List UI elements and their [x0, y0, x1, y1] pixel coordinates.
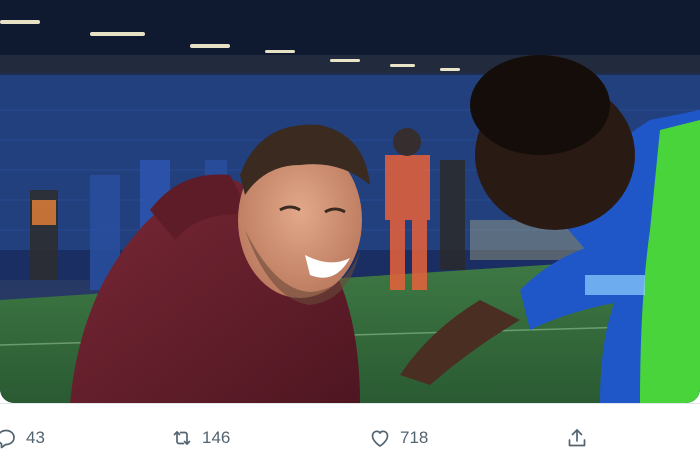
retweet-icon	[170, 426, 194, 450]
tweet-card: 43 146 718	[0, 0, 700, 466]
tweet-actions-bar: 43 146 718	[0, 403, 700, 466]
retweet-count: 146	[202, 428, 231, 447]
heart-icon	[368, 426, 392, 450]
retweet-button[interactable]: 146	[170, 426, 230, 450]
like-count: 718	[400, 428, 429, 447]
share-icon	[565, 426, 589, 450]
reply-icon	[0, 426, 18, 450]
like-button[interactable]: 718	[368, 426, 428, 450]
reply-count: 43	[26, 428, 45, 447]
share-button[interactable]	[565, 426, 597, 450]
tweet-media-video[interactable]	[0, 0, 700, 403]
reply-button[interactable]: 43	[0, 426, 45, 450]
video-frame	[0, 0, 700, 403]
